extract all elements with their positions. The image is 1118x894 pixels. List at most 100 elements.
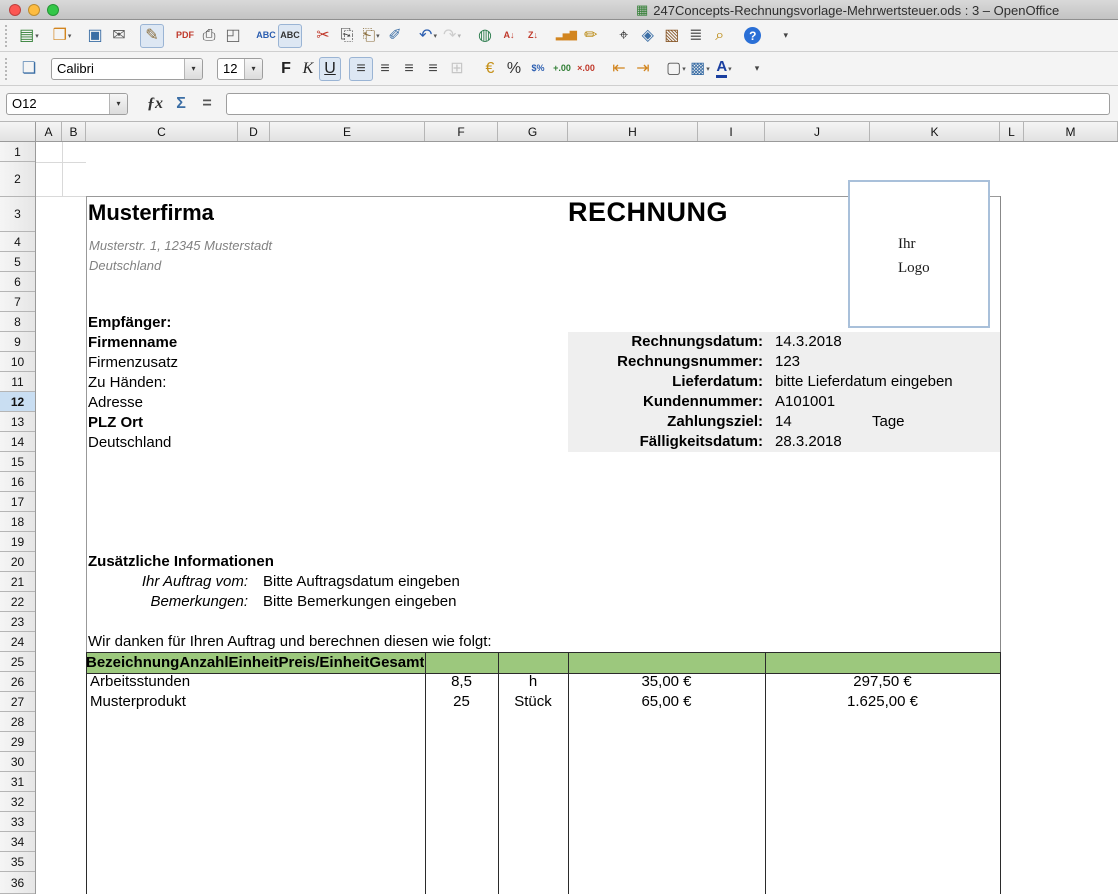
close-button[interactable] xyxy=(9,4,21,16)
column-header[interactable]: I xyxy=(698,122,765,141)
delete-decimal-button[interactable]: ×.00 ▾ xyxy=(574,57,598,81)
meta-label-cell[interactable]: Zahlungsziel: xyxy=(568,412,763,432)
meta-value-cell[interactable]: bitte Lieferdatum eingeben xyxy=(775,372,953,392)
row-header[interactable]: 24 xyxy=(0,632,35,652)
items-table-header-cell[interactable]: Anzahl xyxy=(179,653,228,673)
formula-input[interactable] xyxy=(232,94,1108,116)
column-header[interactable]: K xyxy=(870,122,1000,141)
item-unit-cell[interactable]: h xyxy=(498,672,568,692)
meta-label-cell[interactable]: Kundennummer: xyxy=(568,392,763,412)
column-header[interactable]: F xyxy=(425,122,498,141)
column-header[interactable]: E xyxy=(270,122,425,141)
recipient-line-cell[interactable]: Firmenzusatz xyxy=(88,353,178,373)
row-header[interactable]: 15 xyxy=(0,452,35,472)
row-header[interactable]: 11 xyxy=(0,372,35,392)
font-size-combobox[interactable]: ▾ xyxy=(217,58,263,80)
borders-button[interactable]: ▢ ▾ xyxy=(664,57,688,81)
name-box[interactable]: ▾ xyxy=(6,93,128,115)
column-header[interactable]: J xyxy=(765,122,870,141)
hyperlink-button[interactable]: ◍ ▾ xyxy=(473,24,497,48)
items-table-header-cell[interactable]: Einheit xyxy=(229,653,279,673)
recipient-line-cell[interactable]: Firmenname xyxy=(88,333,178,353)
percent-format-button[interactable]: % ▾ xyxy=(502,57,526,81)
sum-button[interactable]: Σ xyxy=(168,92,194,116)
spellcheck-button[interactable]: ABC ▾ xyxy=(254,24,278,48)
format-paintbrush-button[interactable]: ✐ ▾ xyxy=(383,24,407,48)
align-left-button[interactable]: ≡ ▾ xyxy=(349,57,373,81)
sort-ascending-button[interactable]: A↓ ▾ xyxy=(497,24,521,48)
meta-value-cell[interactable]: 28.3.2018 xyxy=(775,432,842,452)
additional-label-cell[interactable]: Ihr Auftrag vom: xyxy=(88,572,248,592)
page-preview-button[interactable]: ◰ ▾ xyxy=(221,24,245,48)
additional-info-heading-cell[interactable]: Zusätzliche Informationen xyxy=(88,552,274,572)
meta-label-cell[interactable]: Rechnungsnummer: xyxy=(568,352,763,372)
undo-button[interactable]: ↶ ▾ xyxy=(416,24,440,48)
company-name-cell[interactable]: Musterfirma xyxy=(88,200,214,226)
row-header[interactable]: 34 xyxy=(0,832,35,852)
row-header[interactable]: 36 xyxy=(0,872,35,894)
find-replace-button[interactable]: ⌖ ▾ xyxy=(612,24,636,48)
item-description-cell[interactable]: Musterprodukt xyxy=(86,692,425,712)
row-header[interactable]: 17 xyxy=(0,492,35,512)
recipient-line-cell[interactable]: Zu Händen: xyxy=(88,373,178,393)
row-header[interactable]: 14 xyxy=(0,432,35,452)
meta-value-cell[interactable]: 123 xyxy=(775,352,800,372)
row-header[interactable]: 8 xyxy=(0,312,35,332)
auto-spellcheck-button[interactable]: ABC ▾ xyxy=(278,24,302,48)
font-name-input[interactable] xyxy=(52,61,184,76)
row-header[interactable]: 23 xyxy=(0,612,35,632)
meta-value-cell[interactable]: 14.3.2018 xyxy=(775,332,842,352)
function-wizard-button[interactable]: ƒx xyxy=(142,92,168,116)
item-unit-cell[interactable]: Stück xyxy=(498,692,568,712)
column-header[interactable]: M xyxy=(1024,122,1118,141)
align-right-button[interactable]: ≡ ▾ xyxy=(397,57,421,81)
meta-extra-cell[interactable]: Tage xyxy=(872,412,905,432)
insert-chart-button[interactable]: ▂▅▇ ▾ xyxy=(554,24,579,48)
row-header[interactable]: 27 xyxy=(0,692,35,712)
select-all-corner[interactable] xyxy=(0,122,36,141)
standard-format-button[interactable]: $% ▾ xyxy=(526,57,550,81)
row-header[interactable]: 7 xyxy=(0,292,35,312)
zoom-button[interactable]: ⌕ ▾ xyxy=(708,24,732,48)
row-header[interactable]: 5 xyxy=(0,252,35,272)
column-header[interactable]: G xyxy=(498,122,568,141)
row-header[interactable]: 30 xyxy=(0,752,35,772)
column-header[interactable]: H xyxy=(568,122,698,141)
align-justify-button[interactable]: ≡ ▾ xyxy=(421,57,445,81)
row-header[interactable]: 3 xyxy=(0,197,35,232)
font-name-combobox[interactable]: ▾ xyxy=(51,58,203,80)
save-button[interactable]: ▣ ▾ xyxy=(83,24,107,48)
row-header[interactable]: 25 xyxy=(0,652,35,672)
additional-label-cell[interactable]: Bemerkungen: xyxy=(88,592,248,612)
row-header[interactable]: 22 xyxy=(0,592,35,612)
toolbar-grip[interactable] xyxy=(5,58,13,80)
cell-reference-input[interactable] xyxy=(7,96,109,111)
sort-descending-button[interactable]: Z↓ ▾ xyxy=(521,24,545,48)
italic-button[interactable]: K xyxy=(297,57,319,81)
row-header[interactable]: 10 xyxy=(0,352,35,372)
toolbar-grip[interactable] xyxy=(5,25,13,47)
column-header[interactable]: L xyxy=(1000,122,1024,141)
meta-label-cell[interactable]: Fälligkeitsdatum: xyxy=(568,432,763,452)
open-folder-button[interactable]: ❒ ▾ xyxy=(50,24,74,48)
row-header[interactable]: 32 xyxy=(0,792,35,812)
item-price-cell[interactable]: 35,00 € xyxy=(568,672,765,692)
minimize-button[interactable] xyxy=(28,4,40,16)
item-price-cell[interactable]: 65,00 € xyxy=(568,692,765,712)
toolbar-options-button[interactable]: ▾ ▾ xyxy=(774,24,798,48)
align-center-button[interactable]: ≡ ▾ xyxy=(373,57,397,81)
company-address-cell[interactable]: Musterstr. 1, 12345 Musterstadt xyxy=(89,236,272,256)
invoice-title-cell[interactable]: RECHNUNG xyxy=(568,196,728,228)
items-table-header-cell[interactable]: Preis/Einheit xyxy=(279,653,370,673)
row-header[interactable]: 9 xyxy=(0,332,35,352)
items-table-header-cell[interactable]: Bezeichnung xyxy=(86,653,179,673)
data-sources-button[interactable]: ≣ ▾ xyxy=(684,24,708,48)
add-decimal-button[interactable]: +.00 ▾ xyxy=(550,57,574,81)
navigator-button[interactable]: ◈ ▾ xyxy=(636,24,660,48)
cut-button[interactable]: ✂ ▾ xyxy=(311,24,335,48)
formula-input-line[interactable] xyxy=(226,93,1110,115)
print-button[interactable]: ⎙ ▾ xyxy=(197,24,221,48)
toolbar-options-button[interactable]: ▾ ▾ xyxy=(745,57,769,81)
paste-button[interactable]: ⎗ ▾ xyxy=(359,24,383,48)
column-header[interactable]: A xyxy=(36,122,62,141)
